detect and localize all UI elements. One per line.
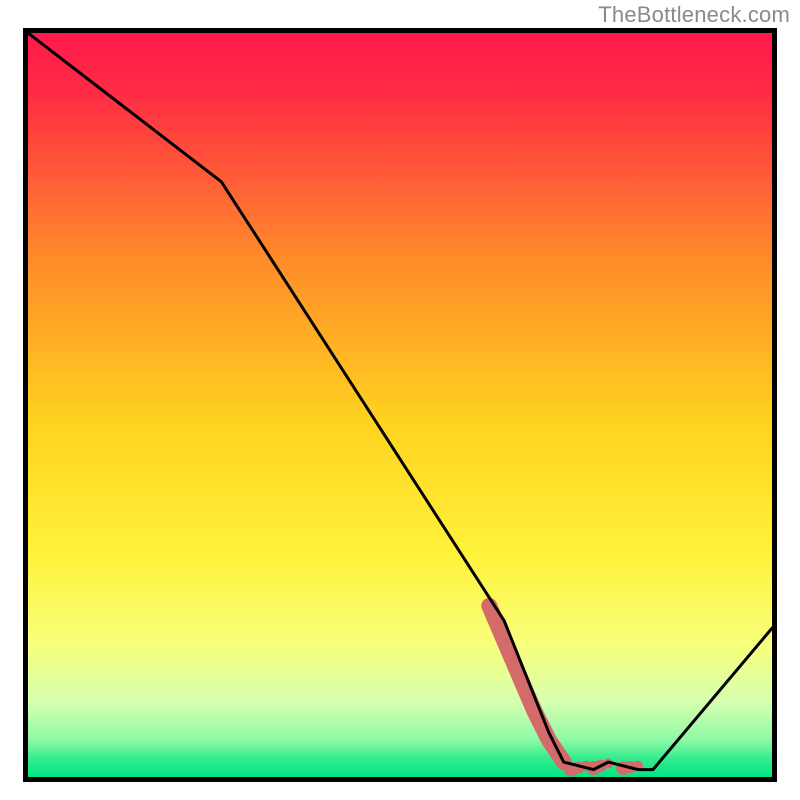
plot-svg <box>28 33 772 777</box>
watermark-text: TheBottleneck.com <box>598 2 790 28</box>
plot-frame <box>23 28 777 782</box>
chart-container: TheBottleneck.com <box>0 0 800 800</box>
gradient-background <box>28 33 772 777</box>
